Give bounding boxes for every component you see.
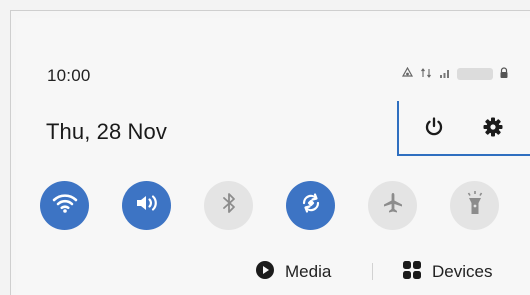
wifi-icon [52, 192, 78, 219]
bluetooth-icon [219, 191, 239, 220]
status-icons [401, 66, 509, 82]
flashlight-toggle[interactable] [450, 181, 499, 230]
speaker-icon [134, 192, 160, 219]
airplane-icon [381, 191, 405, 220]
devices-label: Devices [432, 262, 493, 281]
power-icon [423, 116, 445, 143]
gear-icon [482, 116, 504, 143]
quick-settings-tiles [40, 181, 499, 230]
power-button[interactable] [418, 113, 450, 145]
rotate-icon [299, 191, 323, 220]
media-button[interactable]: Media [255, 260, 332, 285]
bottom-divider [372, 263, 373, 280]
auto-rotate-toggle[interactable] [286, 181, 335, 230]
sound-toggle[interactable] [122, 181, 171, 230]
status-time: 10:00 [47, 66, 91, 85]
devices-button[interactable]: Devices [402, 260, 493, 285]
hidden-status-text [457, 68, 493, 80]
data-sync-icon [401, 66, 414, 82]
quick-panel [16, 18, 530, 295]
bluetooth-toggle[interactable] [204, 181, 253, 230]
wifi-toggle[interactable] [40, 181, 89, 230]
airplane-mode-toggle[interactable] [368, 181, 417, 230]
lock-icon [499, 66, 509, 82]
flashlight-icon [465, 190, 485, 221]
play-icon [255, 260, 275, 285]
media-label: Media [285, 262, 332, 281]
network-icon [420, 67, 433, 82]
callout-highlight [397, 101, 530, 156]
signal-icon [439, 67, 451, 82]
date-label: Thu, 28 Nov [46, 119, 167, 144]
devices-grid-icon [402, 260, 422, 285]
settings-button[interactable] [477, 113, 509, 145]
